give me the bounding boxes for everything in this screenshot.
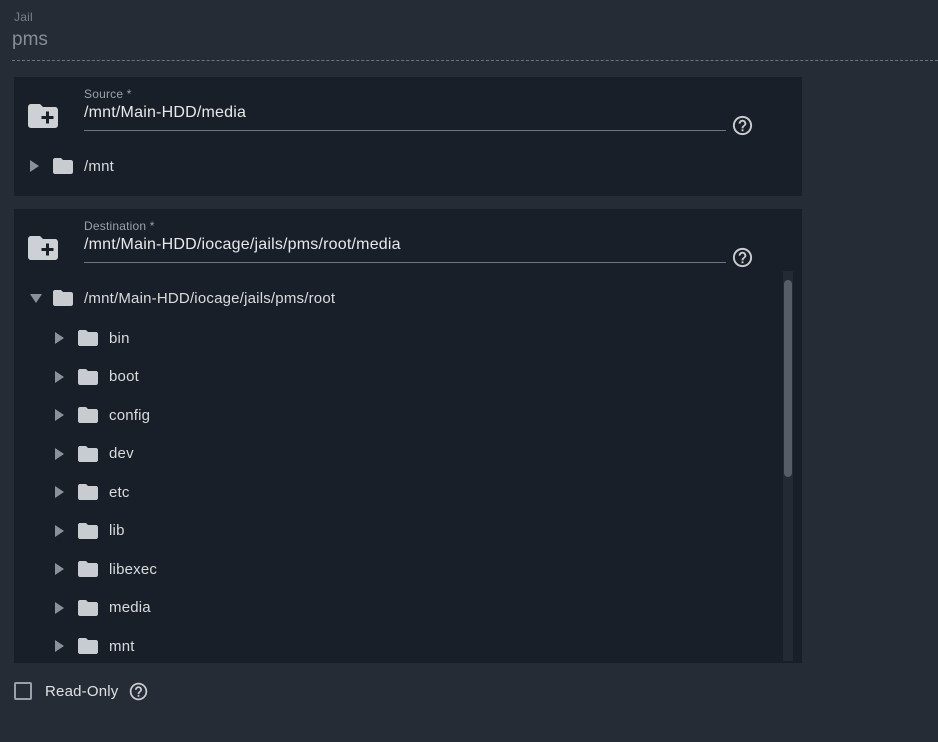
help-icon [731,257,754,272]
tree-row-config[interactable]: config [14,396,802,435]
tree-node-label: media [109,599,151,616]
folder-icon [51,286,75,310]
expand-toggle-icon[interactable] [30,160,43,172]
tree-node-label: libexec [109,561,157,578]
jail-field-value: pms [12,29,938,61]
tree-row-dev[interactable]: dev [14,435,802,474]
tree-node-label: bin [109,330,130,347]
destination-field-label: Destination * [84,219,155,233]
destination-panel: Destination * /mnt/Main-HDD/iocage/jails… [14,209,802,663]
tree-row-mnt[interactable]: mnt [14,627,802,666]
expand-toggle-icon[interactable] [55,640,68,652]
destination-tree: /mnt/Main-HDD/iocage/jails/pms/root bin … [14,277,802,666]
tree-row-bin[interactable]: bin [14,319,802,358]
tree-scrollbar-track[interactable] [783,271,793,661]
expand-toggle-icon[interactable] [55,525,68,537]
folder-icon [76,634,100,658]
create-new-folder-icon [25,230,61,269]
tree-scrollbar-thumb[interactable] [784,280,792,477]
tree-node-label: etc [109,484,130,501]
expand-toggle-icon[interactable] [55,602,68,614]
destination-add-folder-button[interactable] [24,230,62,268]
tree-row-boot[interactable]: boot [14,358,802,397]
expand-toggle-icon[interactable] [55,332,68,344]
source-panel: Source * /mnt/Main-HDD/media /mnt [14,77,802,196]
folder-icon [76,403,100,427]
jail-field: Jail pms [12,10,938,61]
folder-icon [76,480,100,504]
expand-toggle-icon[interactable] [55,409,68,421]
source-path-input[interactable]: /mnt/Main-HDD/media [84,104,726,131]
tree-node-label: /mnt [84,158,114,175]
tree-row-lib[interactable]: lib [14,512,802,551]
folder-icon [76,596,100,620]
source-add-folder-button[interactable] [24,98,62,136]
mount-point-form: Jail pms Source * /mnt/Main-HDD/media /m… [0,0,938,742]
read-only-checkbox[interactable] [14,682,32,700]
read-only-help-button[interactable] [128,681,149,702]
folder-icon [76,365,100,389]
tree-node-label: dev [109,445,134,462]
source-field-label: Source * [84,87,132,101]
tree-node-label: config [109,407,150,424]
folder-icon [51,154,75,178]
tree-row-libexec[interactable]: libexec [14,550,802,589]
destination-help-button[interactable] [731,246,754,269]
destination-tree-root-row[interactable]: /mnt/Main-HDD/iocage/jails/pms/root [14,277,802,319]
collapse-toggle-icon[interactable] [30,294,43,303]
tree-node-label: mnt [109,638,135,655]
tree-node-label: /mnt/Main-HDD/iocage/jails/pms/root [84,290,335,307]
create-new-folder-icon [25,98,61,137]
folder-icon [76,557,100,581]
read-only-row: Read-Only [14,680,149,702]
tree-node-label: boot [109,368,139,385]
destination-path-input[interactable]: /mnt/Main-HDD/iocage/jails/pms/root/medi… [84,236,726,263]
expand-toggle-icon[interactable] [55,448,68,460]
expand-toggle-icon[interactable] [55,486,68,498]
folder-icon [76,326,100,350]
tree-row-etc[interactable]: etc [14,473,802,512]
source-tree: /mnt [14,145,802,187]
folder-icon [76,519,100,543]
help-icon [731,125,754,140]
source-tree-row-mnt[interactable]: /mnt [14,145,802,187]
tree-row-media[interactable]: media [14,589,802,628]
expand-toggle-icon[interactable] [55,371,68,383]
jail-field-label: Jail [12,10,938,24]
source-help-button[interactable] [731,114,754,137]
tree-node-label: lib [109,522,125,539]
folder-icon [76,442,100,466]
help-icon [128,690,149,705]
expand-toggle-icon[interactable] [55,563,68,575]
read-only-label[interactable]: Read-Only [45,683,119,700]
